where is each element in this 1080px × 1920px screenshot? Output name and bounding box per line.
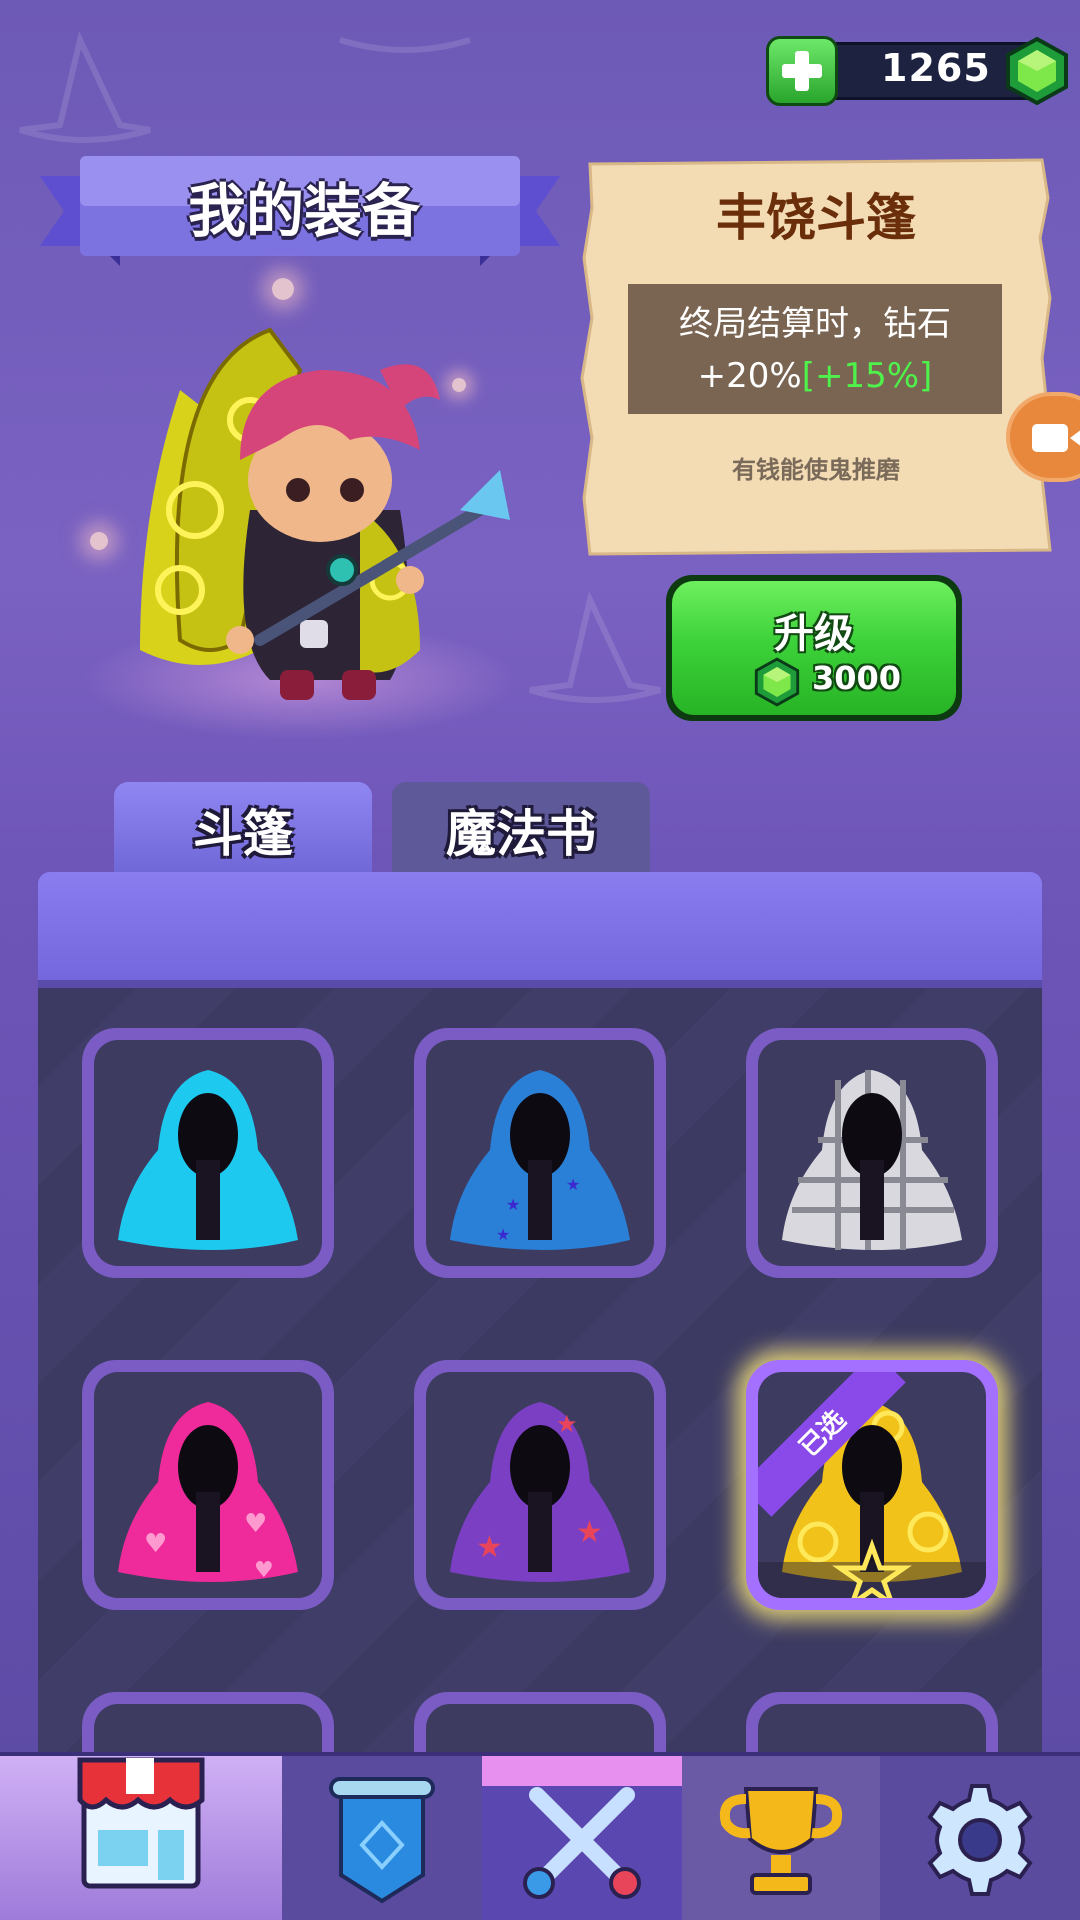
cloak-item[interactable] xyxy=(82,1028,334,1278)
sparkle xyxy=(90,532,108,550)
hat-pattern-icon xyxy=(339,37,471,53)
nav-battle[interactable] xyxy=(482,1756,682,1920)
nav-settings[interactable] xyxy=(880,1756,1080,1920)
item-description: 终局结算时，钻石 +20%[+15%] xyxy=(628,284,1002,414)
cloak-slot: ★ ★ ★ xyxy=(426,1372,654,1598)
upgrade-label: 升级 xyxy=(774,611,854,657)
svg-text:★: ★ xyxy=(576,1515,603,1550)
page-title: 我的装备 xyxy=(187,177,420,245)
upgrade-button-face: 升级 3000 xyxy=(672,581,956,715)
svg-text:★: ★ xyxy=(566,1175,580,1194)
cloak-item-selected[interactable]: 已选 xyxy=(746,1360,998,1610)
shop-icon xyxy=(77,1757,205,1889)
hat-pattern-icon xyxy=(19,30,151,143)
cloak-slot: 已选 xyxy=(758,1372,986,1598)
cyan-cloak-icon xyxy=(118,1070,298,1250)
bottom-nav xyxy=(0,1752,1080,1920)
tab-cloak[interactable]: 斗篷 xyxy=(114,782,372,878)
gear-icon xyxy=(927,1784,1033,1896)
svg-text:♥: ♥ xyxy=(254,1558,274,1583)
crossed-swords-icon xyxy=(523,1787,641,1899)
svg-text:♥: ♥ xyxy=(144,1529,167,1559)
svg-text:★: ★ xyxy=(476,1530,503,1565)
description-text: 终局结算时，钻石 xyxy=(679,304,951,344)
svg-text:★: ★ xyxy=(496,1225,510,1244)
gem-count: 1265 xyxy=(881,46,991,90)
add-gems-button[interactable] xyxy=(766,36,838,106)
cloak-item[interactable] xyxy=(746,1028,998,1278)
blue-star-cloak-icon: ★ ★ ★ xyxy=(450,1070,630,1250)
item-name: 丰饶斗篷 xyxy=(716,189,916,247)
svg-text:★: ★ xyxy=(556,1410,578,1438)
banner-icon xyxy=(329,1777,435,1904)
cloak-slot xyxy=(94,1040,322,1266)
upgrade-button[interactable]: 升级 3000 xyxy=(666,575,962,721)
item-info-card: 丰饶斗篷 终局结算时，钻石 +20%[+15%] 有钱能使鬼推磨 xyxy=(580,158,1052,556)
nav-shop[interactable] xyxy=(0,1756,282,1920)
hat-pattern-icon xyxy=(529,590,661,703)
wizard-character-icon xyxy=(140,327,510,700)
gem-icon xyxy=(754,657,800,707)
bonus-line: +20%[+15%] xyxy=(628,350,1002,402)
sparkle xyxy=(452,378,466,392)
cloak-item[interactable]: ★ ★ ★ xyxy=(414,1028,666,1278)
pink-heart-cloak-icon: ♥ ♥ ♥ xyxy=(118,1402,298,1583)
plaid-cloak-icon xyxy=(782,1070,962,1250)
gem-counter: 1265 xyxy=(766,36,1072,106)
cloak-slot xyxy=(758,1040,986,1266)
bonus-extra: [+15%] xyxy=(801,356,933,396)
purple-star-cloak-icon: ★ ★ ★ xyxy=(450,1402,630,1582)
nav-banner[interactable] xyxy=(282,1756,482,1920)
bonus-base: +20% xyxy=(697,356,802,396)
sparkle xyxy=(272,278,294,300)
svg-text:★: ★ xyxy=(506,1195,520,1214)
cloak-slot: ★ ★ ★ xyxy=(426,1040,654,1266)
panel-header xyxy=(38,872,1042,988)
title-ribbon: 我的装备 xyxy=(40,156,560,276)
upgrade-cost: 3000 xyxy=(812,659,902,697)
svg-text:♥: ♥ xyxy=(244,1509,267,1539)
item-flavor-text: 有钱能使鬼推磨 xyxy=(732,456,900,484)
plus-icon xyxy=(782,51,822,91)
cloak-item[interactable]: ♥ ♥ ♥ xyxy=(82,1360,334,1610)
cloak-slot: ♥ ♥ ♥ xyxy=(94,1372,322,1598)
tab-spellbook[interactable]: 魔法书 xyxy=(392,782,650,878)
gem-icon xyxy=(1006,36,1068,106)
nav-trophy[interactable] xyxy=(682,1756,880,1920)
trophy-icon xyxy=(720,1787,842,1895)
cloak-item[interactable]: ★ ★ ★ xyxy=(414,1360,666,1610)
video-camera-icon xyxy=(1032,424,1080,452)
